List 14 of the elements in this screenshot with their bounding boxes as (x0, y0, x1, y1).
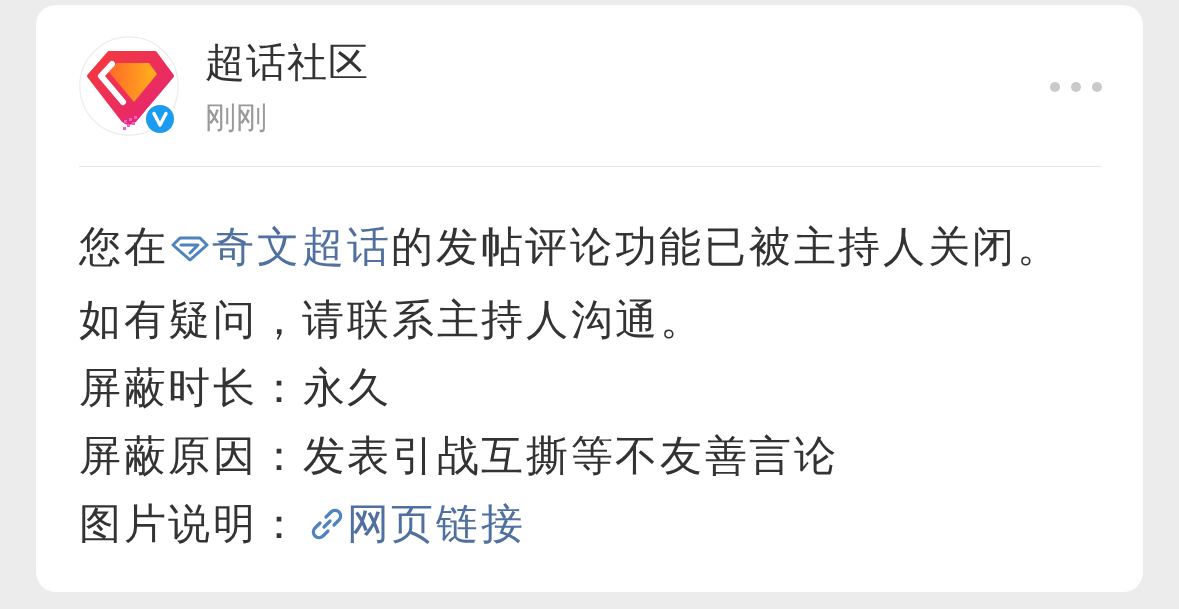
author-name[interactable]: 超话社区 (205, 36, 369, 88)
detail-value: 发表引战互撕等不友善言论 (302, 431, 839, 481)
notice-message: 您在 奇文超话的发帖评论功能已被主持人关闭。 (79, 222, 1062, 272)
post-time: 刚刚 (205, 99, 267, 137)
detail-label: 屏蔽时长： (79, 363, 303, 413)
detail-value: 永久 (302, 363, 392, 413)
gem-logo-icon (79, 36, 179, 136)
web-link[interactable]: 网页链接 (302, 490, 526, 558)
detail-label: 图片说明： (79, 499, 303, 549)
diamond-icon (170, 236, 211, 262)
notice-note: 如有疑问，请联系主持人沟通。 (79, 295, 705, 345)
detail-label: 屏蔽原因： (79, 431, 303, 481)
topic-link[interactable]: 奇文超话 (168, 223, 392, 270)
more-icon[interactable] (1050, 82, 1102, 92)
